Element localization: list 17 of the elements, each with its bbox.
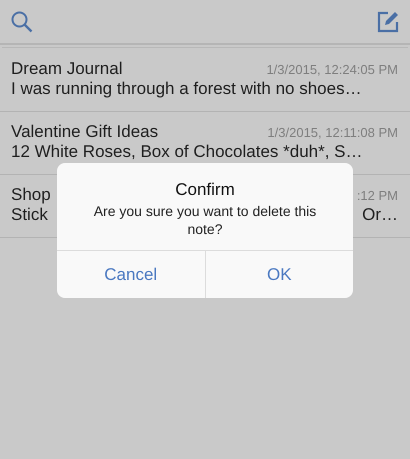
note-preview: Stick xyxy=(11,205,48,225)
note-preview: Or… xyxy=(362,205,398,225)
compose-icon[interactable] xyxy=(376,10,400,34)
note-preview: 12 White Roses, Box of Chocolates *duh*, S… xyxy=(11,142,364,162)
note-title: Shop xyxy=(11,185,51,205)
dialog-title: Confirm xyxy=(175,180,235,200)
note-date: 1/3/2015, 12:11:08 PM xyxy=(267,125,398,140)
dialog-button[interactable]: Cancel xyxy=(57,251,204,298)
dialog-button[interactable]: OK xyxy=(204,251,353,298)
note-item[interactable]: Dream Journal 1/3/2015, 12:24:05 PM I was running through a forest with no shoes… xyxy=(0,49,410,112)
note-date: :12 PM xyxy=(356,188,398,203)
note-title: Valentine Gift Ideas xyxy=(11,122,158,142)
search-icon[interactable] xyxy=(10,10,34,34)
dialog-message: Are you sure you want to delete this note? xyxy=(92,202,318,238)
note-date: 1/3/2015, 12:24:05 PM xyxy=(266,62,398,77)
note-title: Dream Journal xyxy=(11,59,122,79)
note-preview: I was running through a forest with no shoes… xyxy=(11,79,363,99)
